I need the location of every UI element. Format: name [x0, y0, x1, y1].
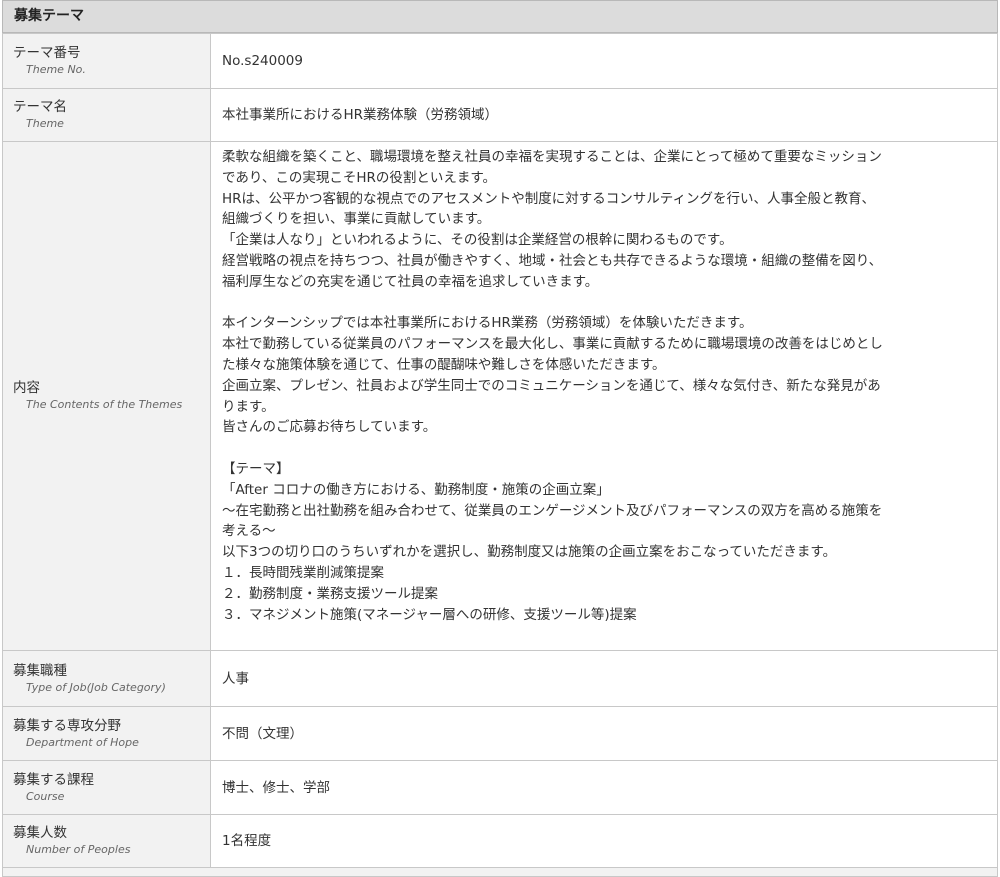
course-value: 博士、修士、学部 — [222, 779, 330, 796]
label-ja: 募集職種 — [13, 662, 67, 679]
value-cell-people: 1名程度 — [210, 814, 998, 868]
label-en: Number of Peoples — [26, 843, 131, 856]
table-row-course: 募集する課程 Course 博士、修士、学部 — [2, 760, 998, 815]
label-ja: 募集する課程 — [13, 771, 94, 788]
label-en: Theme No. — [26, 63, 86, 76]
label-ja: 募集する専攻分野 — [13, 717, 121, 734]
label-ja: 内容 — [13, 380, 40, 396]
contents-paragraph: 本インターンシップでは本社事業所におけるHR業務（労務領域）を体験いただきます。… — [222, 315, 883, 436]
theme-value: 本社事業所におけるHR業務体験（労務領域） — [222, 107, 499, 123]
value-cell-theme-no: No.s240009 — [210, 33, 998, 89]
label-en: The Contents of the Themes — [26, 398, 183, 411]
next-row-edge — [2, 868, 998, 877]
value-cell-contents: 柔軟な組織を築くこと、職場環境を整え社員の幸福を実現することは、企業にとって極め… — [210, 141, 998, 651]
recruitment-theme-section: 募集テーマ テーマ番号 Theme No. No.s240009 テーマ名 Th… — [2, 0, 998, 877]
value-cell-department: 不問（文理） — [210, 706, 998, 761]
contents-paragraph: 【テーマ】 「After コロナの働き方における、勤務制度・施策の企画立案」 ～… — [222, 460, 883, 623]
contents-paragraph: 柔軟な組織を築くこと、職場環境を整え社員の幸福を実現することは、企業にとって極め… — [222, 149, 883, 290]
theme-no-value: No.s240009 — [222, 53, 303, 69]
value-cell-job-category: 人事 — [210, 650, 998, 707]
label-ja: テーマ番号 — [13, 45, 81, 61]
label-ja: テーマ名 — [13, 99, 67, 115]
table-row-department: 募集する専攻分野 Department of Hope 不問（文理） — [2, 706, 998, 761]
people-value: 1名程度 — [222, 833, 272, 849]
table-row-job-category: 募集職種 Type of Job(Job Category) 人事 — [2, 650, 998, 707]
label-en: Course — [26, 789, 65, 803]
value-cell-course: 博士、修士、学部 — [210, 760, 998, 815]
job-category-value: 人事 — [222, 670, 249, 687]
table-row-contents: 内容 The Contents of the Themes 柔軟な組織を築くこと… — [2, 141, 998, 651]
label-cell-job-category: 募集職種 Type of Job(Job Category) — [2, 650, 211, 707]
table-row-people: 募集人数 Number of Peoples 1名程度 — [2, 814, 998, 868]
value-cell-theme: 本社事業所におけるHR業務体験（労務領域） — [210, 88, 998, 142]
label-cell-contents: 内容 The Contents of the Themes — [2, 141, 211, 651]
section-title: 募集テーマ — [2, 0, 998, 33]
label-cell-people: 募集人数 Number of Peoples — [2, 814, 211, 868]
label-en: Department of Hope — [26, 735, 139, 749]
label-en: Theme — [26, 117, 64, 130]
label-ja: 募集人数 — [13, 825, 67, 841]
label-cell-course: 募集する課程 Course — [2, 760, 211, 815]
department-value: 不問（文理） — [222, 725, 303, 742]
table-row-theme-no: テーマ番号 Theme No. No.s240009 — [2, 33, 998, 89]
label-cell-theme: テーマ名 Theme — [2, 88, 211, 142]
label-cell-department: 募集する専攻分野 Department of Hope — [2, 706, 211, 761]
theme-info-table: テーマ番号 Theme No. No.s240009 テーマ名 Theme 本社… — [2, 33, 998, 868]
label-en: Type of Job(Job Category) — [26, 680, 166, 694]
label-cell-theme-no: テーマ番号 Theme No. — [2, 33, 211, 89]
table-row-theme: テーマ名 Theme 本社事業所におけるHR業務体験（労務領域） — [2, 88, 998, 142]
